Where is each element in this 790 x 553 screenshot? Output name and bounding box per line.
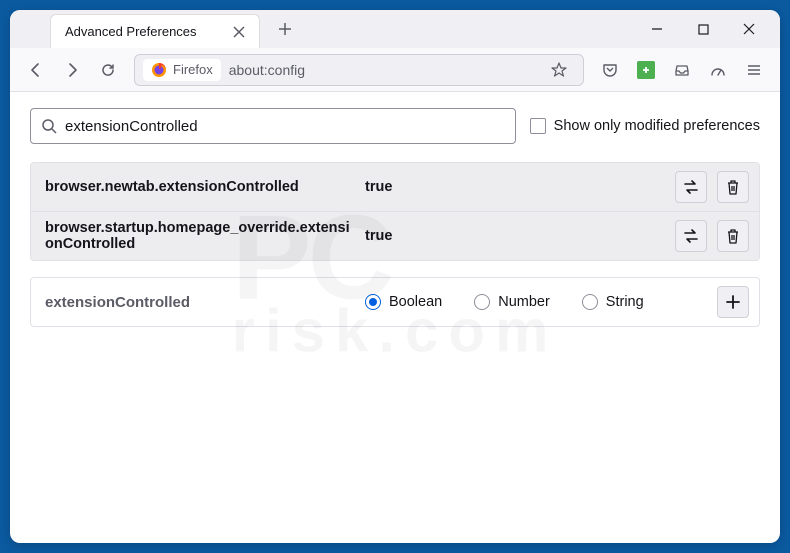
firefox-logo-icon	[151, 62, 167, 78]
radio-boolean[interactable]: Boolean	[365, 294, 442, 310]
extension-icon[interactable]	[630, 54, 662, 86]
forward-button[interactable]	[56, 54, 88, 86]
radio-icon	[365, 294, 381, 310]
tab-title: Advanced Preferences	[65, 24, 229, 39]
bookmark-star-icon[interactable]	[543, 54, 575, 86]
add-button[interactable]	[717, 286, 749, 318]
nav-toolbar: Firefox about:config	[10, 48, 780, 92]
pref-row[interactable]: browser.newtab.extensionControlled true	[31, 163, 759, 212]
radio-label: Boolean	[389, 294, 442, 310]
identity-box[interactable]: Firefox	[143, 59, 221, 81]
new-pref-name: extensionControlled	[45, 294, 355, 311]
new-tab-button[interactable]	[270, 14, 300, 44]
radio-number[interactable]: Number	[474, 294, 550, 310]
show-modified-toggle[interactable]: Show only modified preferences	[530, 118, 760, 134]
close-window-button[interactable]	[726, 13, 772, 45]
content-area: Show only modified preferences browser.n…	[10, 92, 780, 343]
type-radio-group: Boolean Number String	[365, 294, 707, 310]
radio-label: Number	[498, 294, 550, 310]
pref-value: true	[365, 179, 665, 195]
search-icon	[41, 118, 57, 134]
toggle-button[interactable]	[675, 220, 707, 252]
inbox-icon[interactable]	[666, 54, 698, 86]
close-tab-icon[interactable]	[229, 22, 249, 42]
reload-button[interactable]	[92, 54, 124, 86]
delete-button[interactable]	[717, 171, 749, 203]
pocket-icon[interactable]	[594, 54, 626, 86]
checkbox-label: Show only modified preferences	[554, 118, 760, 134]
new-pref-row: extensionControlled Boolean Number Strin…	[30, 277, 760, 327]
maximize-button[interactable]	[680, 13, 726, 45]
pref-name: browser.startup.homepage_override.extens…	[45, 220, 355, 252]
checkbox-icon[interactable]	[530, 118, 546, 134]
url-text: about:config	[229, 62, 535, 78]
menu-button[interactable]	[738, 54, 770, 86]
pref-row[interactable]: browser.startup.homepage_override.extens…	[31, 212, 759, 260]
dashboard-icon[interactable]	[702, 54, 734, 86]
titlebar: Advanced Preferences	[10, 10, 780, 48]
pref-name: browser.newtab.extensionControlled	[45, 179, 355, 195]
radio-label: String	[606, 294, 644, 310]
identity-label: Firefox	[173, 62, 213, 77]
browser-tab[interactable]: Advanced Preferences	[50, 14, 260, 48]
search-box[interactable]	[30, 108, 516, 144]
urlbar[interactable]: Firefox about:config	[134, 54, 584, 86]
search-input[interactable]	[65, 118, 505, 135]
back-button[interactable]	[20, 54, 52, 86]
radio-string[interactable]: String	[582, 294, 644, 310]
toggle-button[interactable]	[675, 171, 707, 203]
minimize-button[interactable]	[634, 13, 680, 45]
delete-button[interactable]	[717, 220, 749, 252]
radio-icon	[474, 294, 490, 310]
radio-icon	[582, 294, 598, 310]
pref-value: true	[365, 228, 665, 244]
preferences-list: browser.newtab.extensionControlled true …	[30, 162, 760, 261]
